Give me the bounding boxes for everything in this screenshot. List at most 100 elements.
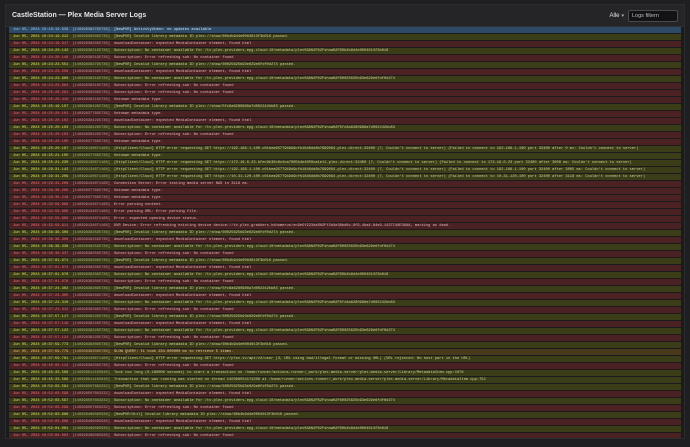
log-tid: [140399130671168] bbox=[72, 147, 110, 151]
log-row: Jun 05, 2024 10:37:59.773 [14039838209573… bbox=[9, 342, 681, 348]
log-msg: Subscription: No container available for… bbox=[113, 126, 395, 130]
log-tid: [140398382795736] bbox=[72, 63, 110, 67]
log-ts: Jun 05, 2024 10:37:59.781 bbox=[13, 357, 69, 361]
log-list[interactable]: Jun 05, 2024 10:18:19.638 [14039638279573… bbox=[6, 27, 684, 438]
log-ts: Jun 05, 2024 10:32:59.869 bbox=[13, 203, 69, 207]
log-msg: [HttpClient/Cloud] HTTP error requesting… bbox=[113, 168, 646, 172]
log-msg: [HttpClient/Cloud] HTTP error requesting… bbox=[113, 357, 471, 361]
log-tid: [140398382095736] bbox=[72, 343, 110, 347]
log-ts: Jun 05, 2024 10:24:19.312 bbox=[13, 35, 69, 39]
log-ts: Jun 05, 2024 10:37:59.779 bbox=[13, 350, 69, 354]
log-msg: downloadContainer: expected MediaContain… bbox=[113, 392, 252, 396]
log-tid: [140398382595736] bbox=[72, 238, 110, 242]
log-row: Jun 05, 2024 10:32:59.869 [14039913467116… bbox=[9, 209, 681, 215]
log-ts: Jun 05, 2024 10:37:01.971 bbox=[13, 259, 69, 263]
log-tid: [140398382195736] bbox=[72, 56, 110, 60]
log-row: Jun 05, 2024 10:52:03.596 [14039850766323… bbox=[9, 391, 681, 397]
log-msg: Subscription: Error refreshing sub: No c… bbox=[113, 252, 234, 256]
log-msg: Subscription: No container available for… bbox=[113, 301, 395, 305]
log-tid: [140399134671168] bbox=[72, 168, 110, 172]
log-ts: Jun 05, 2024 10:25:26.291 bbox=[13, 91, 69, 95]
log-ts: Jun 05, 2024 10:24:23.551 bbox=[13, 63, 69, 67]
log-ts: Jun 05, 2024 10:29:31.142 bbox=[13, 168, 69, 172]
log-tid: [140398382895736] bbox=[72, 287, 110, 291]
log-row: Jun 05, 2024 10:37:57.119 [14039838229573… bbox=[9, 321, 681, 327]
log-row: Jun 05, 2024 10:32:59.911 [14039913467116… bbox=[9, 223, 681, 229]
log-tid: [140399134671168] bbox=[72, 210, 110, 214]
log-ts: Jun 05, 2024 10:32:59.869 bbox=[13, 217, 69, 221]
log-row: Jun 05, 2024 10:37:59.781 [14039913067116… bbox=[9, 356, 681, 362]
log-ts: Jun 05, 2024 10:52:03.996 bbox=[13, 413, 69, 417]
log-msg: SLOW QUERY: It took 234.000000 ms to ret… bbox=[113, 350, 234, 354]
log-msg: [NewPVR] Invalid library metadata ID ple… bbox=[113, 287, 296, 291]
log-row: Jun 05, 2024 10:45:33.566 [14039861116584… bbox=[9, 377, 681, 383]
log-row: Jun 05, 2024 10:25:20.167 [14039913067116… bbox=[9, 146, 681, 152]
log-row: Jun 05, 2024 10:37:57.124 [14039838229573… bbox=[9, 335, 681, 341]
log-row: Jun 05, 2024 10:24:23.984 [14039838219573… bbox=[9, 83, 681, 89]
log-row: Jun 05, 2024 10:52:03.996 [14039848909593… bbox=[9, 412, 681, 418]
log-msg: [HttpClient/Cloud] HTTP error requesting… bbox=[113, 175, 646, 179]
log-tid: [140398382595736] bbox=[72, 231, 110, 235]
log-msg: [NewPVR/Util] Invalid library metadata I… bbox=[113, 413, 300, 417]
log-ts: Jun 05, 2024 10:37:57.119 bbox=[13, 322, 69, 326]
log-ts: Jun 05, 2024 10:52:03.998 bbox=[13, 420, 69, 424]
log-row: Jun 05, 2024 10:25:26.291 [14039638209573… bbox=[9, 90, 681, 96]
log-row: Jun 05, 2024 10:37:57.122 [14039838229573… bbox=[9, 328, 681, 334]
log-tid: [140396382095736] bbox=[72, 364, 110, 368]
log-msg: Subscription: Error refreshing sub: No c… bbox=[113, 308, 234, 312]
log-msg: Subscription: No container available for… bbox=[113, 399, 395, 403]
log-msg: Error: expected opening device status. bbox=[113, 217, 199, 221]
log-msg: Subscription: No container available for… bbox=[113, 273, 389, 277]
log-msg: Subscription: Error refreshing sub: No c… bbox=[113, 56, 234, 60]
log-tid: [140398382895736] bbox=[72, 294, 110, 298]
log-ts: Jun 05, 2024 10:25:20.103 bbox=[13, 133, 69, 137]
log-tid: [140398377695736] bbox=[72, 154, 110, 158]
log-row: Jun 05, 2024 10:37:01.971 [14039838209573… bbox=[9, 258, 681, 264]
log-tid: [140398382095736] bbox=[72, 350, 110, 354]
log-ts: Jun 05, 2024 10:25:20.101 bbox=[13, 112, 69, 116]
log-row: Jun 05, 2024 10:25:20.102 [14039638429573… bbox=[9, 118, 681, 124]
log-tid: [140398489095936] bbox=[72, 427, 110, 431]
log-ts: Jun 05, 2024 10:37:24.312 bbox=[13, 308, 69, 312]
log-ts: Jun 05, 2024 10:37:01.978 bbox=[13, 280, 69, 284]
log-tid: [140398382895736] bbox=[72, 301, 110, 305]
log-msg: Subscription: Error refreshing sub: No c… bbox=[113, 91, 234, 95]
log-row: Jun 05, 2024 10:36:38.336 [14039838259573… bbox=[9, 244, 681, 250]
log-tid: [140396382795736] bbox=[72, 28, 110, 32]
log-filter-input[interactable] bbox=[628, 9, 678, 22]
log-ts: Jun 05, 2024 10:24:19.317 bbox=[13, 42, 69, 46]
log-tid: [140398382295736] bbox=[72, 315, 110, 319]
log-row: Jun 05, 2024 10:24:19.317 [14039638209573… bbox=[9, 41, 681, 47]
log-tid: [140399130671168] bbox=[72, 357, 110, 361]
log-ts: Jun 05, 2024 10:37:57.122 bbox=[13, 329, 69, 333]
log-ts: Jun 05, 2024 10:36:38.336 bbox=[13, 245, 69, 249]
log-msg: downloadContainer: expected MediaContain… bbox=[113, 266, 252, 270]
log-ts: Jun 05, 2024 10:40:04.113 bbox=[13, 364, 69, 368]
log-msg: Unknown metadata type. bbox=[113, 196, 163, 200]
log-tid: [140398382095736] bbox=[72, 280, 110, 284]
log-row: Jun 05, 2024 10:37:01.974 [14039838209573… bbox=[9, 265, 681, 271]
log-row: Jun 05, 2024 10:52:03.597 [14039850766323… bbox=[9, 398, 681, 404]
log-tid: [140398382195736] bbox=[72, 77, 110, 81]
log-tid: [140398382295736] bbox=[72, 336, 110, 340]
log-msg: [NewPVR] Invalid library metadata ID ple… bbox=[113, 35, 289, 39]
log-ts: Jun 05, 2024 10:36:38.308 bbox=[13, 238, 69, 242]
log-row: Jun 05, 2024 10:37:24.302 [14039838289573… bbox=[9, 286, 681, 292]
log-level-select[interactable]: Alle ▾ bbox=[609, 13, 624, 19]
log-ts: Jun 05, 2024 10:24:20.146 bbox=[13, 56, 69, 60]
log-msg: Subscription: Error refreshing sub: No c… bbox=[113, 280, 234, 284]
log-ts: Jun 05, 2024 10:52:04.003 bbox=[13, 434, 69, 438]
log-msg: Subscription: No container available for… bbox=[113, 427, 389, 431]
log-ts: Jun 05, 2024 10:29:31.209 bbox=[13, 182, 69, 186]
log-row: Jun 05, 2024 10:52:03.591 [14039850766323… bbox=[9, 384, 681, 390]
log-msg: Unknown metadata type. bbox=[113, 154, 163, 158]
log-msg: [NewPVR] Invalid library metadata ID ple… bbox=[113, 315, 296, 319]
log-tid: [140398384295736] bbox=[72, 105, 110, 109]
log-tid: [140398384295736] bbox=[72, 126, 110, 130]
log-row: Jun 05, 2024 10:25:20.103 [14039838429573… bbox=[9, 132, 681, 138]
log-tid: [140398507663232] bbox=[72, 392, 110, 396]
log-row: Jun 05, 2024 10:24:19.312 [14039838209573… bbox=[9, 34, 681, 40]
log-row: Jun 05, 2024 10:29:36.209 [14039837769573… bbox=[9, 188, 681, 194]
log-row: Jun 05, 2024 10:24:23.556 [14039638209573… bbox=[9, 69, 681, 75]
log-ts: Jun 05, 2024 10:37:57.124 bbox=[13, 336, 69, 340]
